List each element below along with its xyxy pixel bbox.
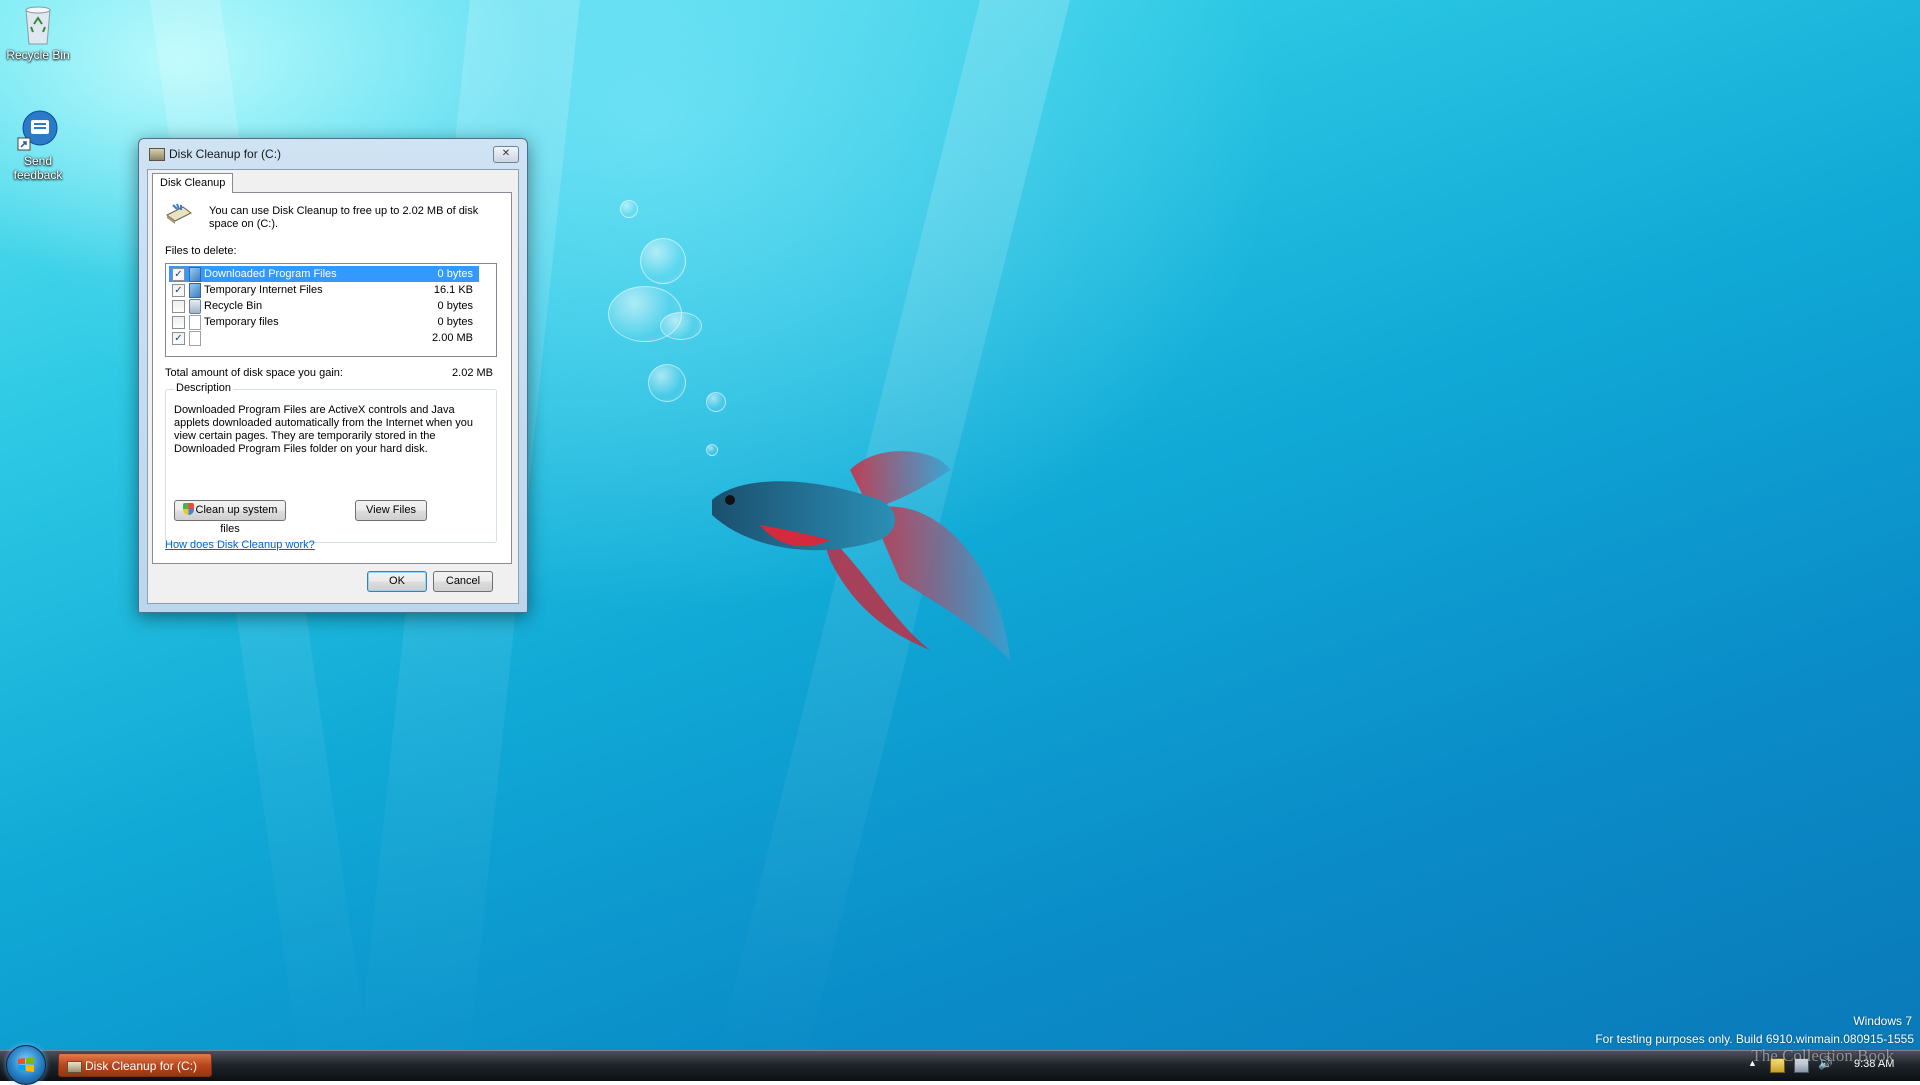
file-category-size: 0 bytes	[437, 316, 473, 328]
list-item[interactable]: Temporary files 0 bytes	[169, 314, 479, 330]
file-category-name: Downloaded Program Files	[204, 268, 337, 280]
button-label: Clean up system files	[195, 504, 278, 535]
checkbox[interactable]	[172, 316, 185, 329]
disk-cleanup-app-icon	[149, 148, 165, 161]
tab-panel: You can use Disk Cleanup to free up to 2…	[152, 192, 512, 564]
file-category-size: 0 bytes	[437, 300, 473, 312]
close-button[interactable]: ✕	[493, 146, 519, 163]
blank-file-icon	[189, 315, 201, 330]
bubble	[648, 364, 686, 402]
disk-cleanup-icon	[166, 203, 192, 224]
total-space-label: Total amount of disk space you gain:	[165, 367, 343, 379]
file-category-size: 16.1 KB	[433, 284, 473, 296]
dialog-client-area: Disk Cleanup You can use Disk Cleanup to…	[147, 169, 519, 604]
bubble	[706, 392, 726, 412]
file-category-name: Recycle Bin	[204, 300, 263, 312]
help-link[interactable]: How does Disk Cleanup work?	[165, 539, 315, 551]
checkbox[interactable]: ✓	[172, 284, 185, 297]
checkbox[interactable]: ✓	[172, 332, 185, 345]
files-to-delete-label: Files to delete:	[165, 245, 237, 257]
intro-text: You can use Disk Cleanup to free up to 2…	[209, 205, 479, 230]
list-item[interactable]: ✓ Downloaded Program Files 0 bytes	[169, 266, 479, 282]
taskbar-button-label: Disk Cleanup for (C:)	[85, 1059, 198, 1073]
window-title: Disk Cleanup for (C:)	[169, 147, 282, 161]
description-text: Downloaded Program Files are ActiveX con…	[174, 404, 474, 455]
list-item[interactable]: ✓ 2.00 MB	[169, 330, 479, 346]
taskbar-button-disk-cleanup[interactable]: Disk Cleanup for (C:)	[58, 1053, 212, 1077]
send-feedback-icon	[17, 110, 58, 151]
total-space-value: 2.02 MB	[452, 367, 493, 379]
os-name-watermark: Windows 7	[1853, 1014, 1912, 1028]
disk-cleanup-app-icon	[67, 1061, 82, 1073]
description-title: Description	[174, 382, 234, 394]
ie-folder-icon	[189, 267, 201, 282]
file-category-name: Temporary Internet Files	[204, 284, 323, 296]
bubble	[660, 312, 702, 340]
cancel-button[interactable]: Cancel	[433, 571, 493, 592]
desktop-icon-send-feedback[interactable]: Send feedback	[0, 108, 76, 182]
overlay-watermark: The Collection Book	[1751, 1046, 1894, 1065]
taskbar	[0, 1050, 1920, 1081]
desktop-icon-recycle-bin[interactable]: Recycle Bin	[0, 2, 76, 62]
disk-cleanup-dialog: Disk Cleanup for (C:) ✕ Disk Cleanup You…	[138, 138, 528, 613]
tab-disk-cleanup[interactable]: Disk Cleanup	[152, 173, 234, 193]
ok-button[interactable]: OK	[367, 571, 427, 592]
list-item[interactable]: Recycle Bin 0 bytes	[169, 298, 479, 314]
desktop-icon-label: Recycle Bin	[6, 48, 70, 62]
recycle-bin-icon	[189, 299, 201, 314]
files-to-delete-list[interactable]: ✓ Downloaded Program Files 0 bytes ✓ Tem…	[165, 263, 497, 357]
file-category-name: Temporary files	[204, 316, 279, 328]
clean-up-system-files-button[interactable]: Clean up system files	[174, 500, 286, 535]
ie-folder-icon	[189, 283, 201, 298]
file-category-size: 0 bytes	[437, 268, 473, 280]
windows-flag-icon	[18, 1057, 34, 1072]
list-item[interactable]: ✓ Temporary Internet Files 16.1 KB	[169, 282, 479, 298]
start-button[interactable]	[6, 1045, 46, 1085]
betta-fish-image	[712, 451, 1010, 660]
blank-file-icon	[189, 331, 201, 346]
file-category-size: 2.00 MB	[432, 332, 473, 344]
description-groupbox: Description Downloaded Program Files are…	[165, 382, 497, 543]
uac-shield-icon	[182, 503, 194, 515]
title-bar[interactable]: Disk Cleanup for (C:) ✕	[139, 139, 527, 167]
desktop-icon-label: Send feedback	[13, 154, 63, 182]
view-files-button[interactable]: View Files	[355, 500, 427, 521]
bubble	[640, 238, 686, 284]
recycle-bin-icon	[25, 6, 51, 45]
checkbox[interactable]	[172, 300, 185, 313]
bubble	[620, 200, 638, 218]
build-watermark: For testing purposes only. Build 6910.wi…	[1595, 1032, 1914, 1046]
checkbox[interactable]: ✓	[172, 268, 185, 281]
